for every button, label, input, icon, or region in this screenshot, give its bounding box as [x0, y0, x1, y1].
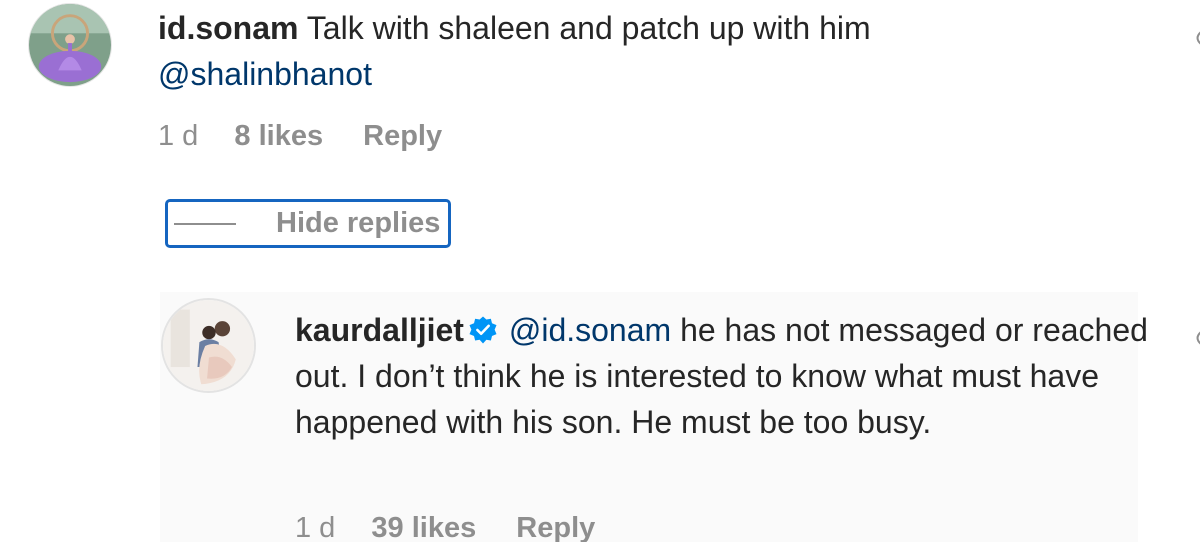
- options-icon[interactable]: [1192, 30, 1200, 46]
- reply-reply-button[interactable]: Reply: [516, 512, 595, 542]
- reply-body: kaurdalljiet @id.sonam he has not messag…: [295, 307, 1175, 445]
- comments-panel: id.sonam Talk with shaleen and patch up …: [0, 0, 1200, 542]
- reply-likes[interactable]: 39 likes: [371, 512, 476, 542]
- comment-text: Talk with shaleen and patch up with him: [306, 10, 871, 46]
- hide-replies-divider: [174, 222, 236, 225]
- profile-photo-icon: [29, 4, 111, 86]
- hide-replies-label: Hide replies: [276, 207, 441, 239]
- reply-avatar[interactable]: [161, 298, 256, 393]
- comment-likes[interactable]: 8 likes: [234, 120, 323, 153]
- commenter-avatar[interactable]: [28, 3, 112, 87]
- reply-username[interactable]: kaurdalljiet: [295, 312, 464, 348]
- comment-body: id.sonam Talk with shaleen and patch up …: [158, 5, 1158, 97]
- verified-badge-icon: [469, 316, 497, 344]
- comment-username[interactable]: id.sonam: [158, 10, 298, 46]
- hide-replies-button[interactable]: Hide replies: [165, 199, 451, 248]
- options-icon[interactable]: [1192, 330, 1200, 346]
- reply-meta: 1 d 39 likes Reply: [295, 512, 595, 542]
- profile-photo-icon: [163, 300, 254, 391]
- comment-time[interactable]: 1 d: [158, 120, 198, 153]
- reply-mention[interactable]: @id.sonam: [509, 312, 671, 348]
- comment-reply-button[interactable]: Reply: [363, 120, 442, 153]
- reply-time[interactable]: 1 d: [295, 512, 335, 542]
- comment-mention[interactable]: @shalinbhanot: [158, 56, 372, 92]
- comment-meta: 1 d 8 likes Reply: [158, 120, 442, 153]
